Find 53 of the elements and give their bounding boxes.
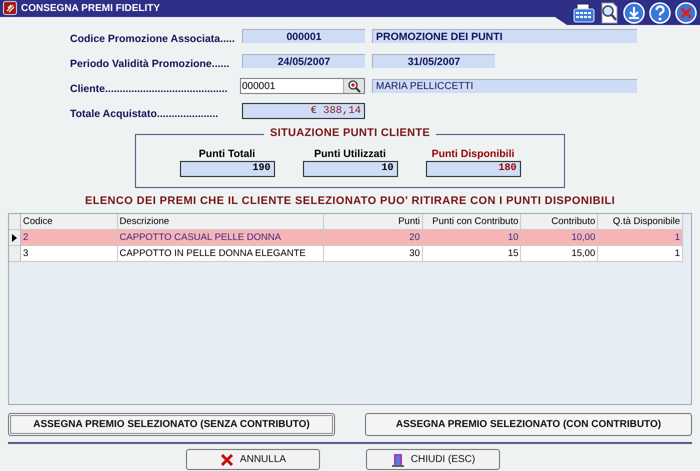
points-field: 190 — [180, 161, 274, 177]
table-cell: CAPPOTTO IN PELLE DONNA ELEGANTE — [118, 246, 324, 261]
promotion-name-field: PROMOZIONE DEI PUNTI — [372, 29, 637, 43]
field-label: Cliente.......................................... — [70, 83, 229, 95]
assign-button[interactable]: ASSEGNA PREMIO SELEZIONATO (SENZA CONTRIBUTO) — [8, 413, 335, 436]
assign-button[interactable]: ASSEGNA PREMIO SELEZIONATO (CON CONTRIBUTO) — [365, 413, 692, 436]
points-field: 180 — [426, 161, 520, 177]
customer-code-field[interactable]: 000001 — [240, 78, 365, 94]
points-label: Punti Disponibili — [432, 148, 514, 160]
field-label: Periodo Validità Promozione...... — [70, 58, 230, 70]
door-icon — [390, 452, 405, 466]
panel-title: SITUAZIONE PUNTI CLIENTE — [264, 127, 436, 139]
field-label: Totale Acquistato..................... — [70, 108, 220, 120]
points-field: 10 — [302, 161, 398, 177]
lookup-button[interactable] — [343, 79, 364, 93]
search-icon[interactable] — [599, 2, 619, 24]
column-header[interactable]: Q.tà Disponibile — [598, 214, 683, 229]
promotion-code-field: 000001 — [242, 29, 365, 43]
table-row[interactable]: 2 CAPPOTTO CASUAL PELLE DONNA 20 10 10,00 1 — [9, 230, 683, 246]
column-header[interactable]: Codice — [21, 214, 118, 229]
table-cell: 3 — [21, 246, 118, 261]
points-label: Punti Utilizzati — [314, 148, 386, 160]
table-cell: 10,00 — [521, 230, 598, 245]
table-cell: 1 — [598, 246, 683, 261]
keypad-icon[interactable] — [573, 2, 595, 22]
app-icon — [3, 1, 17, 15]
points-label: Punti Totali — [198, 148, 256, 160]
close-icon[interactable] — [675, 2, 697, 24]
column-header[interactable]: Contributo — [521, 214, 598, 229]
total-field: € 388,14 — [242, 103, 365, 119]
column-header[interactable]: Punti — [324, 214, 423, 229]
table-title: ELENCO DEI PREMI CHE IL CLIENTE SELEZIONATO PUO' RITIRARE CON I PUNTI DISPONIBILI — [84, 195, 616, 207]
customer-name-field: MARIA PELLICCETTI — [372, 79, 637, 93]
download-icon[interactable] — [623, 2, 645, 24]
table-cell: 20 — [324, 230, 423, 245]
cross-icon — [220, 452, 234, 466]
table-cell: 30 — [324, 246, 423, 261]
table-cell: 1 — [598, 230, 683, 245]
end-date-field: 31/05/2007 — [372, 54, 495, 68]
table-cell: 10 — [422, 230, 522, 245]
table-cell: 15,00 — [521, 246, 598, 261]
table-row[interactable]: 3 CAPPOTTO IN PELLE DONNA ELEGANTE 30 15 15,00 1 — [9, 246, 683, 262]
window-title: CONSEGNA PREMI FIDELITY — [21, 2, 160, 16]
table-cell: CAPPOTTO CASUAL PELLE DONNA — [118, 230, 324, 245]
field-label: Codice Promozione Associata..... — [70, 33, 235, 45]
column-header[interactable]: Punti con Contributo — [422, 214, 522, 229]
cancel-button[interactable]: ANNULLA — [186, 449, 320, 470]
column-header[interactable]: Descrizione — [118, 214, 324, 229]
close-button[interactable]: CHIUDI (ESC) — [366, 449, 500, 470]
help-icon[interactable] — [649, 2, 671, 24]
table-cell: 15 — [422, 246, 522, 261]
start-date-field: 24/05/2007 — [242, 54, 365, 68]
table-cell: 2 — [21, 230, 118, 245]
